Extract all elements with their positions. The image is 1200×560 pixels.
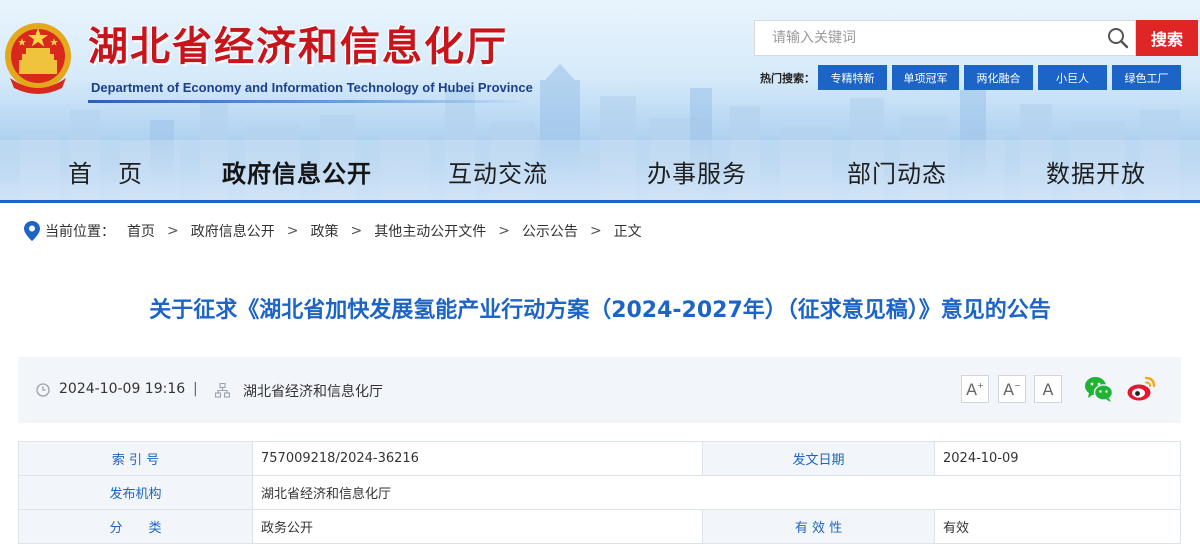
nav-item-home[interactable]: 首 页 bbox=[68, 154, 143, 189]
hot-tag-lianghua[interactable]: 两化融合 bbox=[964, 65, 1033, 90]
table-row: 发布机构 湖北省经济和信息化厅 bbox=[18, 475, 1181, 510]
clock-icon bbox=[36, 383, 50, 397]
issuing-org-value: 湖北省经济和信息化厅 bbox=[252, 475, 1181, 510]
article-title: 关于征求《湖北省加快发展氢能产业行动方案（2024-2027年）（征求意见稿）》… bbox=[149, 298, 1051, 323]
hot-tag-zhuanjing[interactable]: 专精特新 bbox=[818, 65, 887, 90]
breadcrumb-current: 正文 bbox=[613, 224, 642, 240]
validity-label: 有 效 性 bbox=[702, 509, 935, 544]
main-nav: 首 页 政府信息公开 互动交流 办事服务 部门动态 数据开放 bbox=[0, 140, 1200, 200]
breadcrumb-separator: > bbox=[589, 223, 602, 239]
breadcrumb-policy[interactable]: 政策 bbox=[310, 221, 338, 241]
issue-date-value: 2024-10-09 bbox=[934, 441, 1181, 476]
subtitle-underline bbox=[88, 100, 528, 103]
breadcrumb-home[interactable]: 首页 bbox=[127, 221, 155, 241]
category-label: 分 类 bbox=[18, 509, 253, 544]
header-banner: 湖北省经济和信息化厅 Department of Economy and Inf… bbox=[0, 0, 1200, 203]
hot-search-tags: 专精特新 单项冠军 两化融合 小巨人 绿色工厂 bbox=[818, 65, 1181, 90]
breadcrumb: 当前位置： 首页 > 政府信息公开 > 政策 > 其他主动公开文件 > 公示公告… bbox=[24, 221, 642, 241]
breadcrumb-separator: > bbox=[350, 223, 363, 239]
index-number-value: 757009218/2024-36216 bbox=[252, 441, 703, 476]
hot-tag-lvse[interactable]: 绿色工厂 bbox=[1112, 65, 1181, 90]
nav-item-interaction[interactable]: 互动交流 bbox=[448, 154, 548, 189]
category-value: 政务公开 bbox=[252, 509, 703, 544]
national-emblem-icon bbox=[5, 23, 71, 94]
nav-item-gov-info[interactable]: 政府信息公开 bbox=[222, 154, 372, 189]
hot-tag-danxiang[interactable]: 单项冠军 bbox=[892, 65, 959, 90]
hot-tag-xiaojuren[interactable]: 小巨人 bbox=[1038, 65, 1107, 90]
org-chart-icon bbox=[215, 383, 230, 398]
publisher-name: 湖北省经济和信息化厅 bbox=[243, 384, 383, 400]
search-box bbox=[754, 20, 1136, 56]
article-info-bar: 2024-10-09 19:16 | 湖北省经济和信息化厅 A + A − A bbox=[18, 357, 1181, 423]
breadcrumb-other-files[interactable]: 其他主动公开文件 bbox=[374, 221, 486, 241]
weibo-icon[interactable] bbox=[1126, 375, 1156, 403]
issue-date-label: 发文日期 bbox=[702, 441, 935, 476]
site-title: 湖北省经济和信息化厅 bbox=[88, 23, 508, 70]
font-increase-button[interactable]: A + bbox=[961, 375, 989, 403]
font-default-label: A bbox=[1042, 379, 1054, 399]
location-pin-icon bbox=[24, 221, 40, 241]
table-row: 分 类 政务公开 有 效 性 有效 bbox=[18, 509, 1181, 544]
index-number-label: 索 引 号 bbox=[18, 441, 253, 476]
nav-item-open-data[interactable]: 数据开放 bbox=[1046, 154, 1146, 189]
breadcrumb-label: 当前位置： bbox=[45, 224, 115, 240]
publish-date: 2024-10-09 19:16 bbox=[59, 381, 186, 397]
info-divider: | bbox=[193, 381, 198, 397]
search-button[interactable]: 搜索 bbox=[1136, 20, 1198, 56]
font-increase-label: A bbox=[966, 379, 978, 399]
breadcrumb-announcements[interactable]: 公示公告 bbox=[522, 221, 578, 241]
hot-search-label: 热门搜索： bbox=[760, 72, 815, 85]
site-subtitle: Department of Economy and Information Te… bbox=[91, 80, 533, 95]
breadcrumb-separator: > bbox=[286, 223, 299, 239]
table-row: 索 引 号 757009218/2024-36216 发文日期 2024-10-… bbox=[18, 441, 1181, 476]
issuing-org-label: 发布机构 bbox=[18, 475, 253, 510]
document-meta-table: 索 引 号 757009218/2024-36216 发文日期 2024-10-… bbox=[18, 441, 1181, 544]
wechat-icon[interactable] bbox=[1084, 375, 1114, 403]
breadcrumb-gov-info[interactable]: 政府信息公开 bbox=[191, 221, 275, 241]
nav-item-dept-news[interactable]: 部门动态 bbox=[847, 154, 947, 189]
breadcrumb-separator: > bbox=[498, 223, 510, 239]
nav-item-services[interactable]: 办事服务 bbox=[647, 154, 747, 189]
search-icon[interactable] bbox=[1101, 21, 1135, 55]
font-default-button[interactable]: A bbox=[1034, 375, 1062, 403]
font-reset-button[interactable]: A − bbox=[998, 375, 1026, 403]
search-input[interactable] bbox=[755, 21, 1101, 55]
nav-bottom-border bbox=[0, 200, 1200, 203]
font-reset-label: A bbox=[1003, 379, 1015, 399]
validity-value: 有效 bbox=[934, 509, 1181, 544]
breadcrumb-separator: > bbox=[167, 223, 179, 239]
